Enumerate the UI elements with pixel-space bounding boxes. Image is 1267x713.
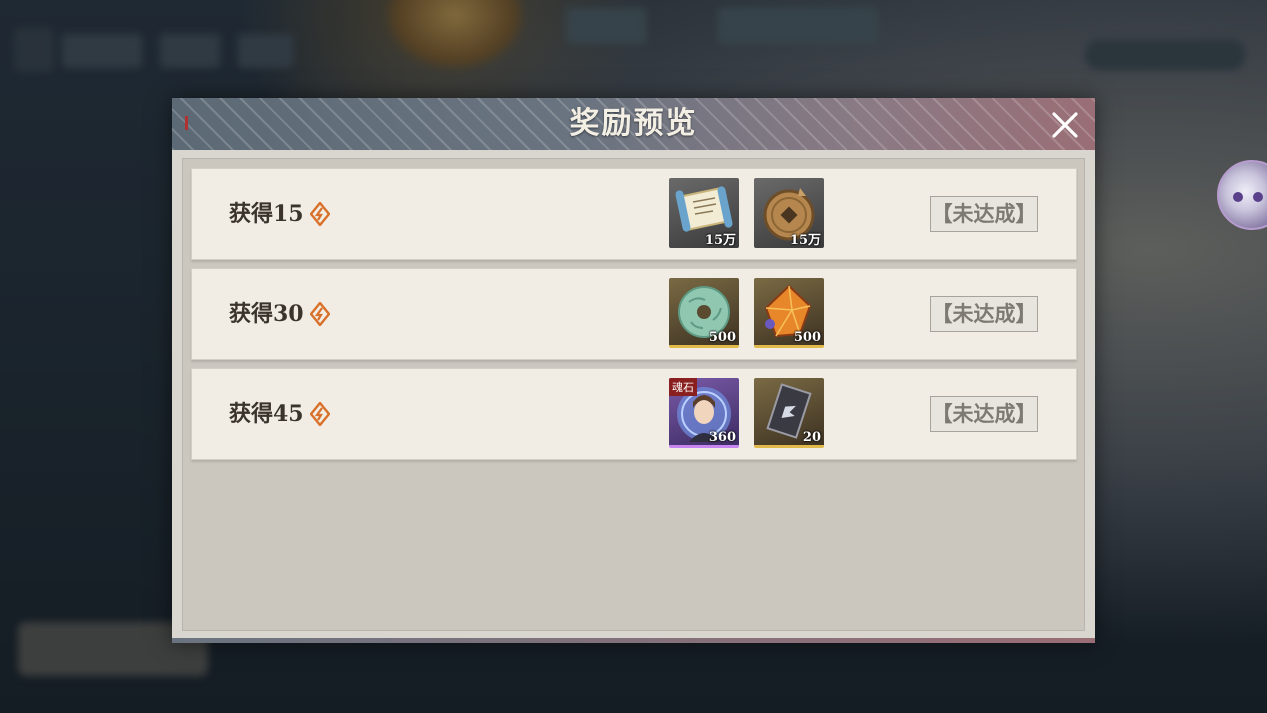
reward-item[interactable]: 15万 [669, 178, 739, 248]
status-not-achieved: 【未达成】 [930, 396, 1038, 432]
currency-icon [310, 202, 330, 226]
currency-icon [310, 402, 330, 426]
item-count: 500 [708, 330, 736, 345]
item-count: 360 [708, 430, 736, 445]
item-count: 20 [802, 430, 821, 445]
reward-row: 获得15 15万 15万 【未达成】 [191, 168, 1077, 260]
row-label: 获得45 [229, 401, 304, 427]
item-count: 15万 [789, 233, 821, 248]
item-count: 500 [793, 330, 821, 345]
row-label: 获得15 [229, 201, 304, 227]
reward-row: 获得45 魂石 360 20 【未达成】 [191, 368, 1077, 460]
reward-item[interactable]: 500 [754, 278, 824, 348]
close-button[interactable] [1048, 108, 1082, 142]
reward-row: 获得30 500 500 【未达成】 [191, 268, 1077, 360]
item-count: 15万 [704, 233, 736, 248]
dialog-header: 奖励预览 [172, 98, 1095, 150]
status-not-achieved: 【未达成】 [930, 296, 1038, 332]
reward-item[interactable]: 500 [669, 278, 739, 348]
reward-item[interactable]: 20 [754, 378, 824, 448]
row-label: 获得30 [229, 301, 304, 327]
currency-icon [310, 302, 330, 326]
status-not-achieved: 【未达成】 [930, 196, 1038, 232]
close-icon [1052, 112, 1078, 138]
reward-item[interactable]: 魂石 360 [669, 378, 739, 448]
item-tag: 魂石 [669, 378, 697, 396]
reward-item[interactable]: 15万 [754, 178, 824, 248]
reward-preview-dialog: 奖励预览 获得15 15万 15万 【未达成】 获得30 500 500 【未达… [172, 98, 1095, 643]
dialog-bottom-border [172, 638, 1095, 643]
dialog-title: 奖励预览 [569, 106, 698, 141]
